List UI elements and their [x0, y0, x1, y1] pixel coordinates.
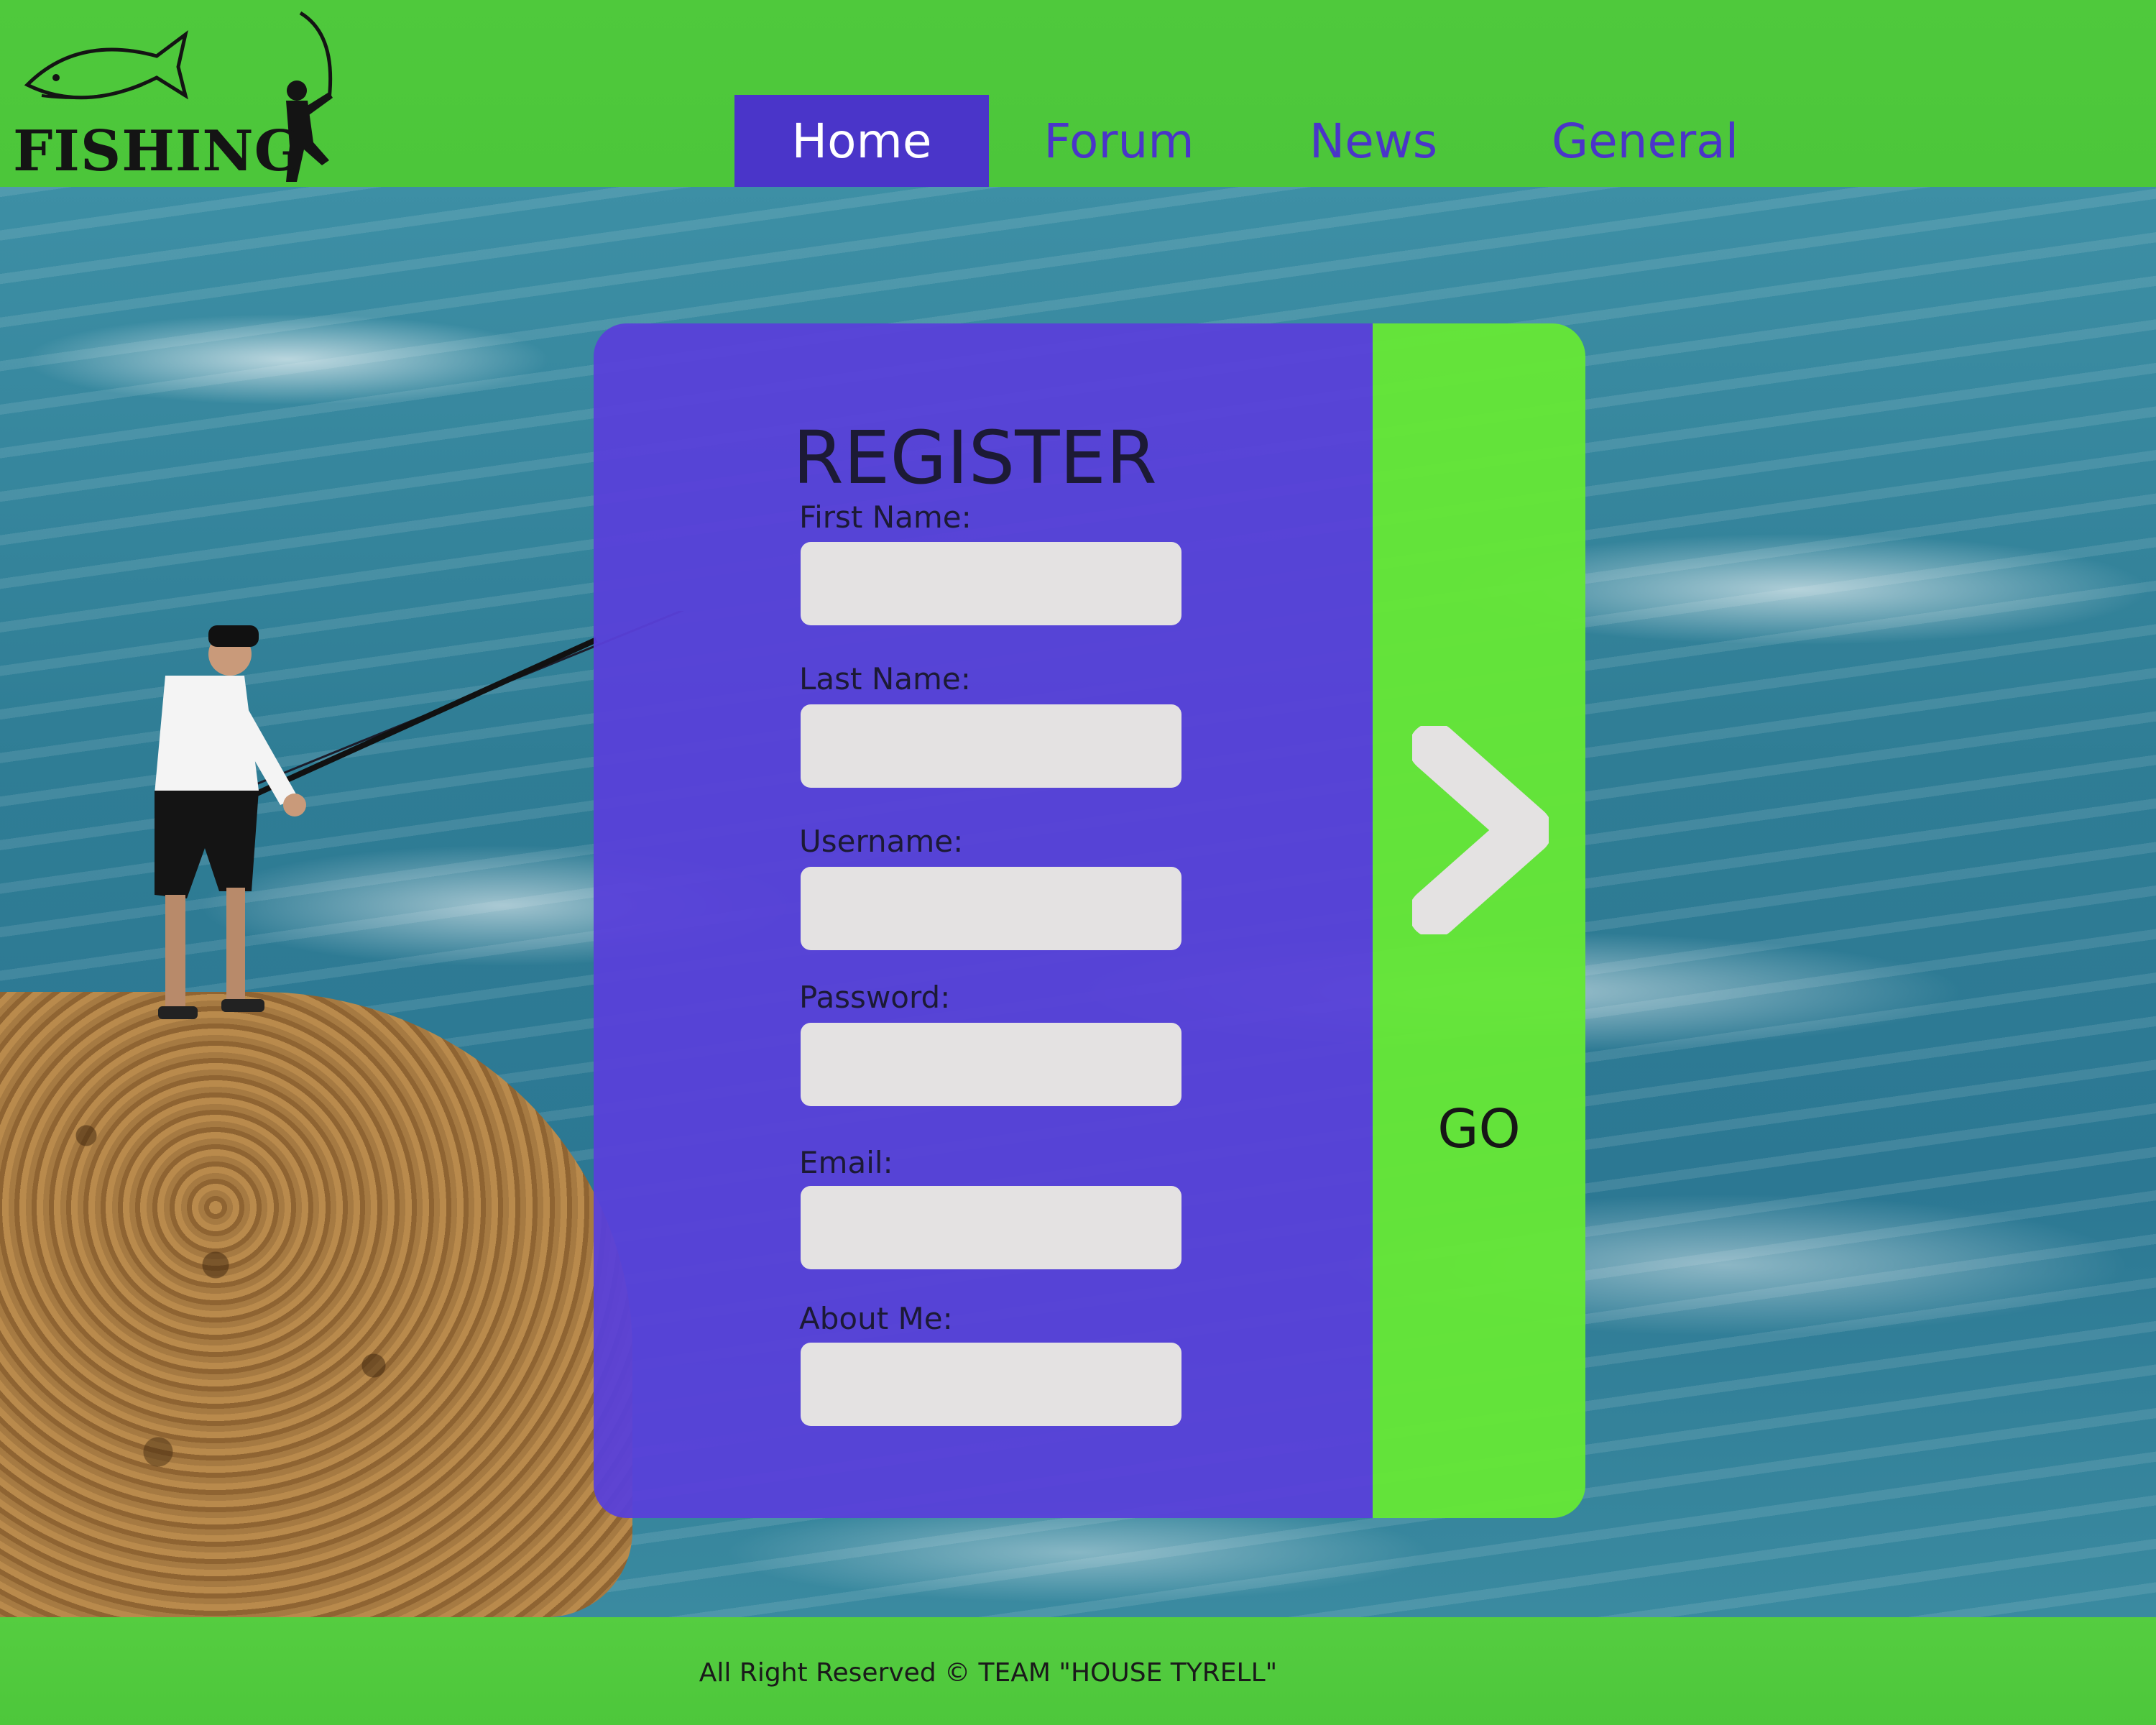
nav-news[interactable]: News	[1249, 95, 1498, 187]
copyright-text: All Right Reserved © TEAM "HOUSE TYRELL"	[699, 1658, 1278, 1688]
register-title: REGISTER	[793, 415, 1157, 502]
password-label: Password:	[799, 980, 951, 1015]
username-input[interactable]	[801, 867, 1181, 950]
last-name-label: Last Name:	[799, 661, 971, 696]
about-me-input[interactable]	[801, 1343, 1181, 1426]
password-input[interactable]	[801, 1023, 1181, 1106]
register-form: REGISTER First Name: Last Name: Username…	[594, 323, 1373, 1518]
register-card: REGISTER First Name: Last Name: Username…	[594, 323, 1585, 1518]
username-label: Username:	[799, 824, 964, 859]
nav-general[interactable]: General	[1498, 95, 1792, 187]
submit-panel: GO	[1373, 323, 1585, 1518]
brand-name: FISHING	[13, 119, 303, 184]
main-nav: Home Forum News General	[734, 95, 1792, 187]
footer: All Right Reserved © TEAM "HOUSE TYRELL"	[0, 1617, 2156, 1725]
chevron-right-icon[interactable]	[1412, 726, 1549, 934]
email-label: Email:	[799, 1145, 893, 1180]
email-input[interactable]	[801, 1186, 1181, 1269]
about-me-label: About Me:	[799, 1301, 953, 1336]
nav-forum[interactable]: Forum	[989, 95, 1249, 187]
top-header: FISHING Home Forum News General	[0, 0, 2156, 187]
go-button[interactable]: GO	[1373, 1098, 1585, 1160]
first-name-label: First Name:	[799, 500, 972, 535]
last-name-input[interactable]	[801, 704, 1181, 788]
first-name-input[interactable]	[801, 542, 1181, 625]
nav-home[interactable]: Home	[734, 95, 989, 187]
